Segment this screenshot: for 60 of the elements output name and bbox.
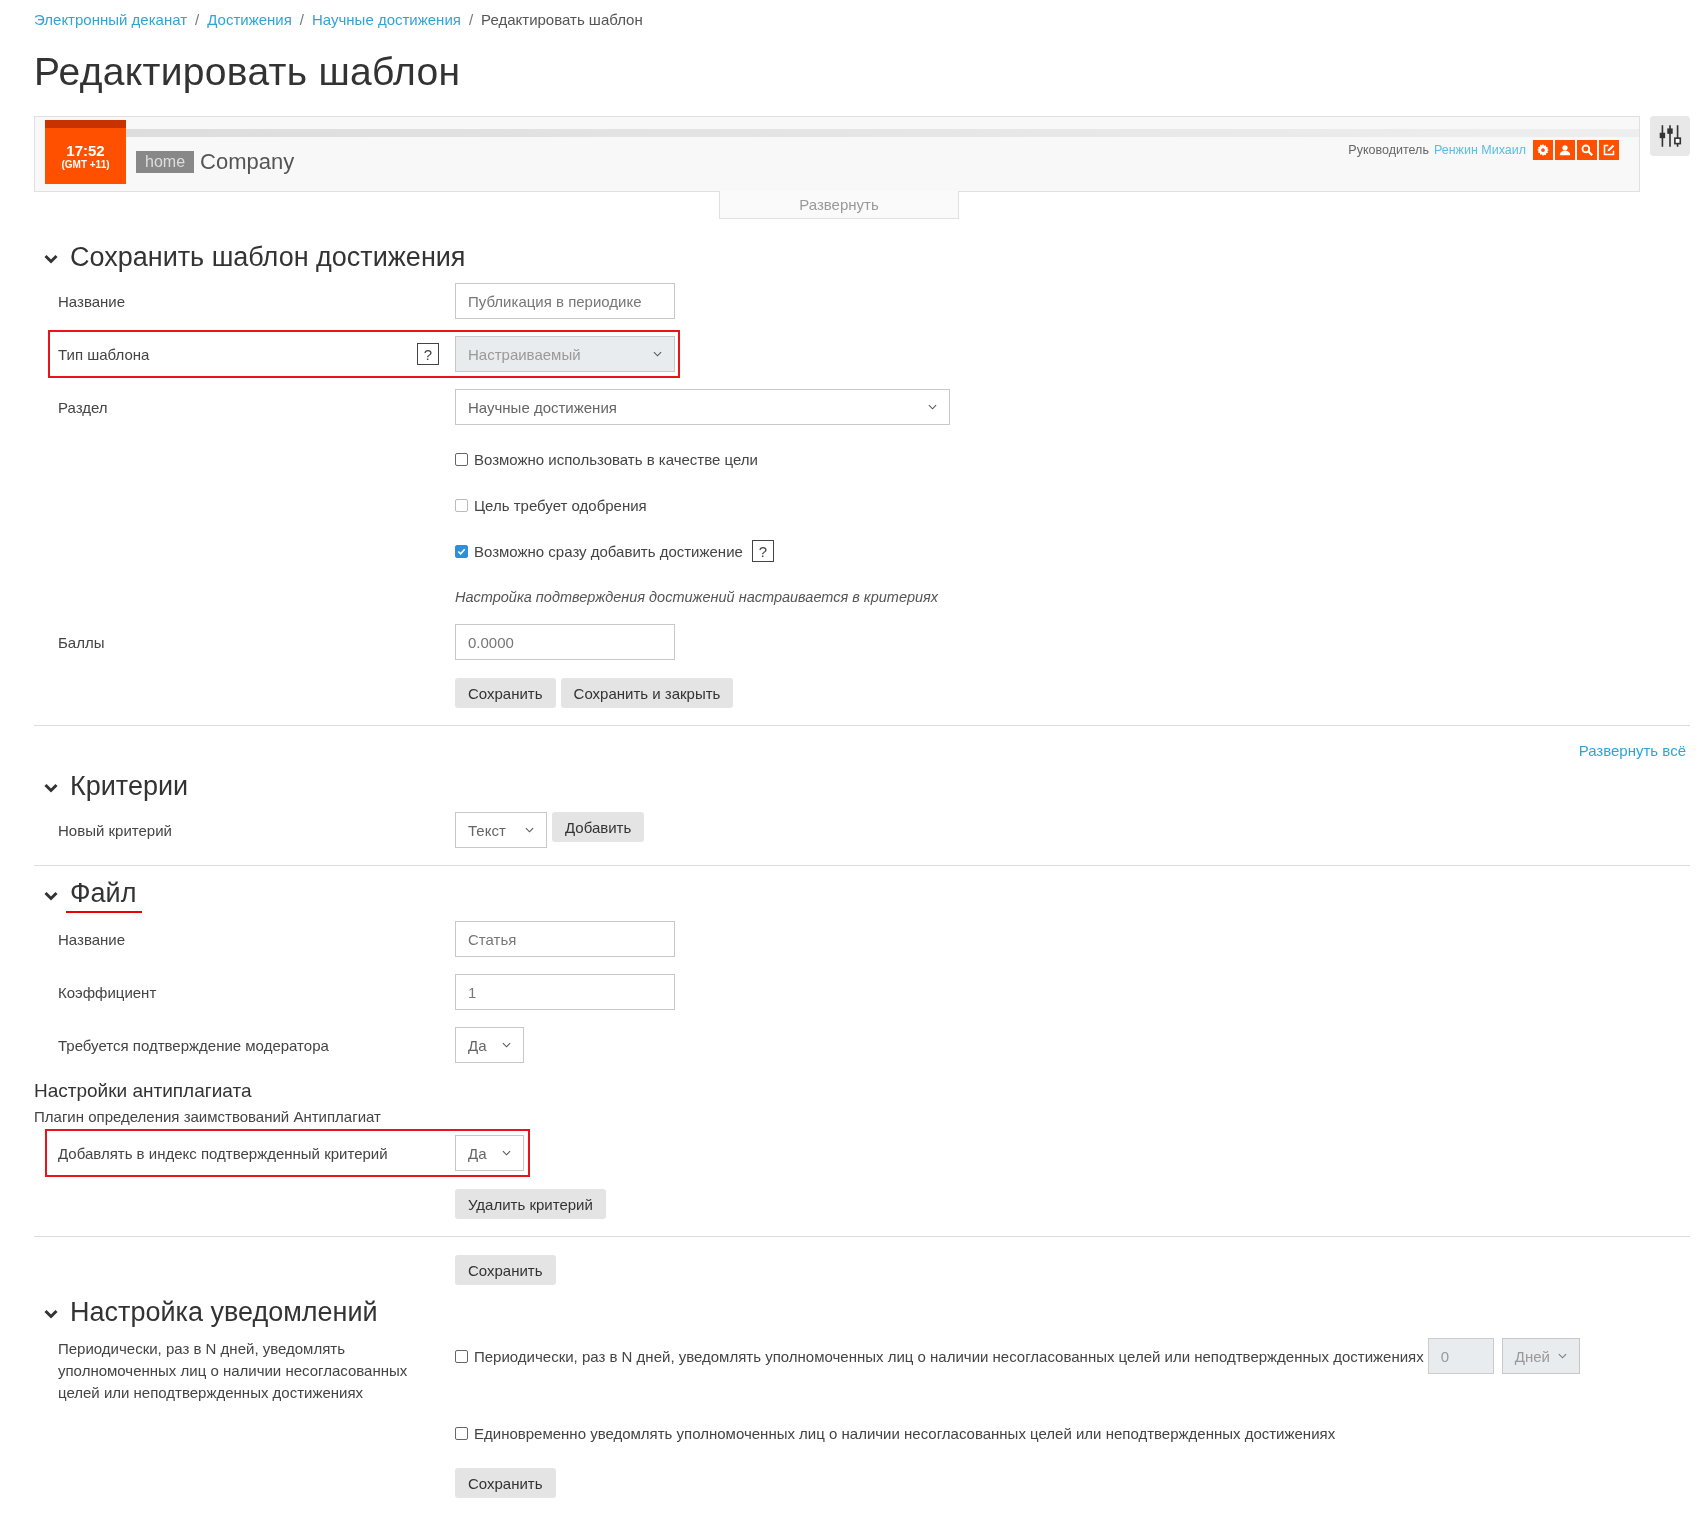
- field-label: Требуется подтверждение модератора: [58, 1036, 329, 1054]
- chevron-down-icon[interactable]: [44, 253, 58, 264]
- field-label: Периодически, раз в N дней, уведомлять уполномоченных лиц о наличии несогласованных целей или неподтвержденных достижениях: [57, 1339, 409, 1403]
- add-button[interactable]: Добавить: [552, 812, 645, 842]
- field-label: Название: [57, 930, 127, 948]
- dropdown[interactable]: Научные достижения: [455, 389, 950, 425]
- breadcrumb-separator: /: [299, 10, 304, 28]
- edit-icon[interactable]: [1599, 140, 1619, 160]
- chevron-down-icon[interactable]: [44, 890, 58, 901]
- chevron-down-icon: [928, 404, 937, 410]
- text-field[interactable]: Статья: [455, 921, 675, 957]
- chevron-down-icon: [502, 1042, 511, 1048]
- chevron-down-icon[interactable]: [44, 782, 58, 793]
- field-label: Тип шаблона: [58, 345, 150, 363]
- breadcrumb-separator: /: [195, 10, 200, 28]
- text-field[interactable]: 0.0000: [455, 624, 675, 660]
- clock-timezone: (GMT +11): [61, 159, 110, 170]
- subsection-title: Настройки антиплагиата: [34, 1080, 253, 1102]
- dropdown[interactable]: Текст: [455, 812, 547, 848]
- dropdown[interactable]: Да: [455, 1135, 524, 1171]
- page-title: Редактировать шаблон: [34, 50, 462, 94]
- text-field[interactable]: 1: [455, 974, 675, 1010]
- checkbox-option[interactable]: Единовременно уведомлять уполномоченных лиц о наличии несогласованных целей или неподтвержденных достижениях: [455, 1424, 1336, 1442]
- chevron-down-icon: [502, 1150, 511, 1156]
- chevron-down-icon[interactable]: [44, 1308, 58, 1319]
- breadcrumb-current: Редактировать шаблон: [481, 10, 643, 28]
- field-label: Коэффициент: [57, 983, 158, 1001]
- chevron-down-icon: [525, 827, 534, 833]
- section-title[interactable]: Настройка уведомлений: [70, 1297, 378, 1330]
- section-title[interactable]: Критерии: [70, 771, 189, 804]
- action-button[interactable]: Сохранить: [455, 1468, 556, 1499]
- help-icon[interactable]: ?: [751, 540, 774, 562]
- sliders-icon: [1657, 123, 1683, 149]
- breadcrumb-separator: /: [468, 10, 474, 28]
- settings-button[interactable]: [1650, 116, 1690, 156]
- section-title[interactable]: Файл: [66, 878, 143, 913]
- gear-icon[interactable]: [1533, 140, 1553, 160]
- chevron-down-icon: [1557, 1353, 1567, 1359]
- plugin-caption: Плагин определения заимствований Антиплагиат: [34, 1108, 382, 1125]
- company-name: Company: [200, 149, 295, 175]
- checkbox-option[interactable]: Возможно использовать в качестве цели: [455, 450, 758, 468]
- checkbox-option[interactable]: Возможно сразу добавить достижение: [455, 542, 743, 560]
- field-label: Раздел: [58, 398, 108, 416]
- field-label: Добавлять в индекс подтвержденный критерий: [58, 1144, 388, 1162]
- action-button[interactable]: Удалить критерий: [455, 1189, 606, 1219]
- search-icon[interactable]: [1577, 140, 1597, 160]
- text-field[interactable]: Публикация в периодике: [455, 283, 675, 319]
- field-label: Новый критерий: [57, 821, 173, 839]
- action-button[interactable]: Сохранить: [455, 1255, 556, 1285]
- action-button[interactable]: Сохранить и закрыть: [560, 678, 734, 708]
- field-label: Баллы: [57, 633, 106, 651]
- user-role: Руководитель: [1348, 143, 1429, 157]
- dropdown[interactable]: Да: [455, 1027, 524, 1063]
- chevron-down-icon: [653, 351, 662, 357]
- action-button[interactable]: Сохранить: [455, 678, 556, 708]
- field-label: Название: [57, 292, 127, 310]
- hint-text: Настройка подтверждения достижений настраивается в критериях: [455, 589, 939, 605]
- clock-time: 17:52: [66, 142, 105, 159]
- section-title[interactable]: Сохранить шаблон достижения: [70, 242, 466, 275]
- user-icon[interactable]: [1555, 140, 1575, 160]
